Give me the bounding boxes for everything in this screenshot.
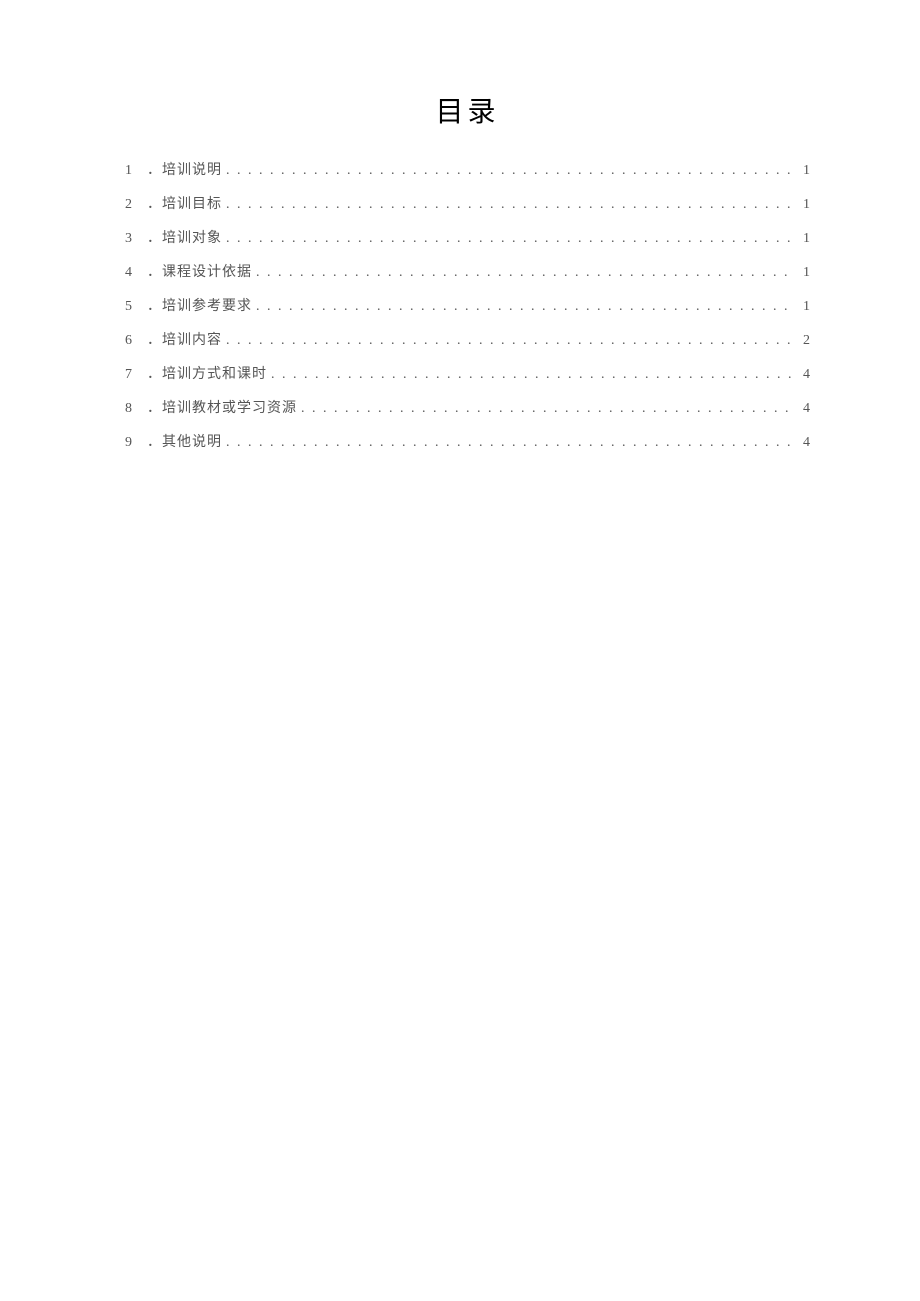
page-title: 目录 [125,90,810,130]
toc-entry: 7 ．培训方式和课时 4 [125,364,810,385]
toc-dots [226,432,794,453]
toc-page: 2 [798,330,810,351]
table-of-contents: 1 ．培训说明 1 2 ．培训目标 1 3 ．培训对象 1 4 ．课程设计依据 … [125,160,810,466]
toc-dots [226,194,794,215]
toc-entry: 1 ．培训说明 1 [125,160,810,181]
toc-label: ．课程设计依据 [147,262,252,283]
toc-entry: 9 ．其他说明 4 [125,432,810,453]
toc-number: 4 [125,262,147,283]
toc-label: ．培训目标 [147,194,222,215]
toc-number: 5 [125,296,147,317]
toc-page: 1 [798,228,810,249]
toc-entry: 8 ．培训教材或学习资源 4 [125,398,810,419]
toc-entry: 3 ．培训对象 1 [125,228,810,249]
toc-number: 9 [125,432,147,453]
toc-page: 1 [798,262,810,283]
toc-number: 8 [125,398,147,419]
toc-label: ．培训参考要求 [147,296,252,317]
toc-number: 2 [125,194,147,215]
toc-entry: 6 ．培训内容 2 [125,330,810,351]
toc-page: 1 [798,160,810,181]
toc-dots [301,398,794,419]
toc-dots [226,228,794,249]
toc-entry: 2 ．培训目标 1 [125,194,810,215]
toc-entry: 4 ．课程设计依据 1 [125,262,810,283]
toc-label: ．培训方式和课时 [147,364,267,385]
toc-page: 4 [798,364,810,385]
toc-page: 4 [798,398,810,419]
toc-page: 1 [798,296,810,317]
toc-number: 1 [125,160,147,181]
toc-label: ．其他说明 [147,432,222,453]
toc-dots [226,160,794,181]
toc-label: ．培训对象 [147,228,222,249]
toc-label: ．培训说明 [147,160,222,181]
toc-label: ．培训教材或学习资源 [147,398,297,419]
toc-number: 6 [125,330,147,351]
toc-number: 7 [125,364,147,385]
toc-label: ．培训内容 [147,330,222,351]
toc-dots [256,296,794,317]
toc-entry: 5 ．培训参考要求 1 [125,296,810,317]
toc-page: 1 [798,194,810,215]
toc-dots [271,364,794,385]
toc-dots [256,262,794,283]
toc-page: 4 [798,432,810,453]
toc-dots [226,330,794,351]
toc-number: 3 [125,228,147,249]
